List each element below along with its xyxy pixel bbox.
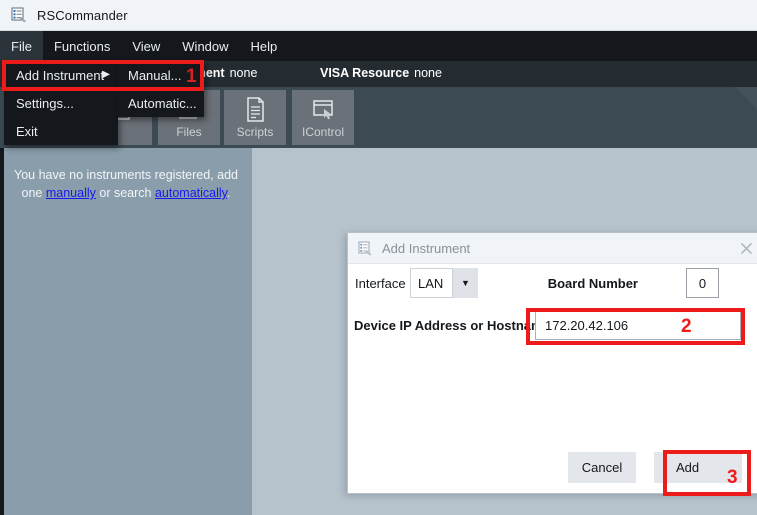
menu-bar: File Functions View Window Help [0, 31, 757, 61]
menu-item-manual[interactable]: Manual... [118, 61, 204, 89]
add-button[interactable]: Add [654, 452, 742, 483]
status-visa-label: VISA Resource [320, 66, 410, 80]
empty-message-middle: or search [95, 186, 155, 200]
menu-item-add-instrument[interactable]: Add Instrument ▶ [4, 61, 118, 89]
toolbar-button-scripts[interactable]: Scripts [224, 90, 286, 145]
toolbar-label-icontrol: IControl [301, 125, 345, 139]
close-icon[interactable] [739, 241, 754, 256]
menu-item-add-instrument-label: Add Instrument [16, 67, 105, 83]
toolbar-corner-decoration [735, 87, 757, 109]
title-bar: RSCommander [0, 0, 757, 31]
toolbar-button-icontrol[interactable]: IControl [292, 90, 354, 145]
instrument-list-icon [10, 6, 28, 24]
link-automatically[interactable]: automatically [155, 186, 227, 200]
dialog-title-text: Add Instrument [382, 240, 471, 256]
menu-help[interactable]: Help [240, 31, 289, 61]
status-visa-resource: VISA Resource none [320, 66, 442, 80]
instrument-list-icon [357, 240, 374, 257]
empty-message-suffix: . [226, 186, 231, 200]
empty-instruments-message: You have no instruments registered, add … [8, 166, 244, 202]
menu-file[interactable]: File [0, 31, 43, 61]
instrument-list-panel: You have no instruments registered, add … [0, 148, 252, 515]
rscommander-window: RSCommander File Functions View Window H… [0, 0, 757, 515]
panel-left-edge [0, 148, 4, 515]
menu-item-exit[interactable]: Exit [4, 117, 118, 145]
interface-select[interactable]: LAN ▼ [410, 268, 478, 298]
cancel-button[interactable]: Cancel [568, 452, 636, 483]
interface-label: Interface [355, 276, 406, 291]
app-title: RSCommander [37, 7, 128, 23]
menu-view[interactable]: View [121, 31, 171, 61]
add-instrument-dialog: Add Instrument Interface LAN ▼ Board Num… [347, 232, 757, 494]
chevron-down-icon: ▼ [461, 278, 470, 288]
menu-item-settings[interactable]: Settings... [4, 89, 118, 117]
dialog-title-bar: Add Instrument [348, 233, 757, 264]
status-instrument-value: none [229, 66, 258, 80]
window-cursor-icon [310, 96, 336, 123]
board-number-label: Board Number [547, 276, 638, 291]
menu-window[interactable]: Window [171, 31, 239, 61]
toolbar-label-files: Files [176, 125, 202, 139]
menu-item-automatic[interactable]: Automatic... [118, 89, 204, 117]
status-visa-value: none [414, 66, 442, 80]
file-menu-dropdown: Add Instrument ▶ Settings... Exit [4, 61, 118, 145]
device-address-input[interactable]: 172.20.42.106 [535, 310, 741, 340]
document-icon [242, 96, 268, 123]
dialog-body: Interface LAN ▼ Board Number 0 Device IP… [348, 264, 757, 493]
menu-functions[interactable]: Functions [43, 31, 121, 61]
add-instrument-submenu: Manual... Automatic... [118, 61, 204, 117]
link-manually[interactable]: manually [46, 186, 96, 200]
device-address-label: Device IP Address or Hostname [354, 318, 550, 333]
interface-value: LAN [410, 268, 453, 298]
toolbar-label-scripts: Scripts [236, 125, 274, 139]
board-number-input[interactable]: 0 [686, 268, 719, 298]
chevron-right-icon: ▶ [102, 69, 110, 80]
